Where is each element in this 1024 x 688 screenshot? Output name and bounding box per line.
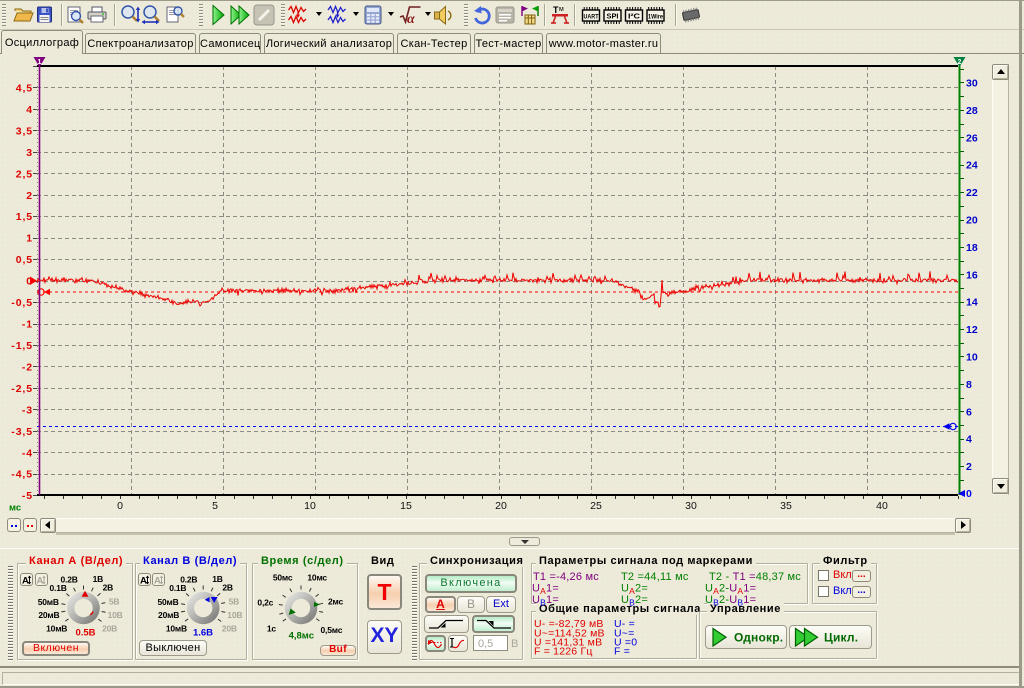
svg-text:F = 1226 Гц: F = 1226 Гц xyxy=(534,646,593,658)
svg-text:26: 26 xyxy=(966,132,978,144)
svg-text:20: 20 xyxy=(495,500,507,512)
svg-text:1Wire: 1Wire xyxy=(648,15,664,21)
svg-text:-4: -4 xyxy=(22,447,33,459)
svg-text:A: A xyxy=(37,576,44,587)
svg-text:-5: -5 xyxy=(22,490,33,502)
svg-text:2: 2 xyxy=(966,461,972,473)
svg-text:50мс: 50мс xyxy=(273,573,293,583)
svg-text:-4,5: -4,5 xyxy=(11,469,33,481)
svg-text:-3,5: -3,5 xyxy=(11,426,33,438)
svg-text:0: 0 xyxy=(966,488,972,500)
svg-text:2В: 2В xyxy=(222,583,233,593)
svg-text:Т2 - Т1 =48,37 мс: Т2 - Т1 =48,37 мс xyxy=(709,571,801,583)
svg-text:22: 22 xyxy=(966,187,978,199)
svg-text:I²C: I²C xyxy=(628,14,640,21)
svg-text:2мс: 2мс xyxy=(328,597,344,607)
svg-text:50мВ: 50мВ xyxy=(38,597,59,607)
svg-text:35: 35 xyxy=(780,500,792,512)
svg-text:2В: 2В xyxy=(103,583,114,593)
svg-text:30: 30 xyxy=(966,78,978,90)
svg-text:14: 14 xyxy=(966,297,978,309)
svg-text:18: 18 xyxy=(966,242,978,254)
svg-text:0: 0 xyxy=(117,500,123,512)
svg-text:10В: 10В xyxy=(108,610,123,620)
svg-text:-0,5: -0,5 xyxy=(11,297,33,309)
svg-text:мс: мс xyxy=(9,503,21,514)
svg-text:30: 30 xyxy=(685,500,697,512)
svg-text:м: м xyxy=(559,6,564,13)
svg-text:UВ1=: UВ1= xyxy=(532,594,559,608)
svg-text:4,5: 4,5 xyxy=(16,83,33,95)
svg-text:-1,5: -1,5 xyxy=(11,340,33,352)
svg-text:5В: 5В xyxy=(229,597,240,607)
svg-text:3: 3 xyxy=(26,147,33,159)
svg-text:10мВ: 10мВ xyxy=(166,624,187,634)
svg-text:8: 8 xyxy=(966,379,972,391)
svg-text:40: 40 xyxy=(876,500,888,512)
svg-text:16: 16 xyxy=(966,269,978,281)
svg-text:2: 2 xyxy=(958,59,962,66)
svg-text:4: 4 xyxy=(26,104,33,116)
svg-text:1: 1 xyxy=(26,233,33,245)
svg-text:12: 12 xyxy=(966,324,978,336)
svg-text:1.6В: 1.6В xyxy=(193,628,213,639)
svg-text:15: 15 xyxy=(400,500,412,512)
svg-text:Т1 =-4,26 мс: Т1 =-4,26 мс xyxy=(533,571,599,583)
svg-text:1,5: 1,5 xyxy=(16,211,33,223)
svg-text:Цикл.: Цикл. xyxy=(824,631,858,645)
svg-text:3,5: 3,5 xyxy=(16,125,33,137)
svg-text:20В: 20В xyxy=(102,623,117,633)
svg-text:Однокр.: Однокр. xyxy=(734,631,783,645)
svg-text:5: 5 xyxy=(212,500,218,512)
svg-text:20мВ: 20мВ xyxy=(158,610,179,620)
svg-text:10: 10 xyxy=(304,500,316,512)
svg-text:0,5: 0,5 xyxy=(16,254,33,266)
svg-text:-3: -3 xyxy=(22,404,33,416)
svg-text:-2: -2 xyxy=(22,361,33,373)
svg-text:20мВ: 20мВ xyxy=(38,610,59,620)
svg-text:10мВ: 10мВ xyxy=(46,624,67,634)
svg-text:0,2с: 0,2с xyxy=(257,597,273,607)
svg-text:10В: 10В xyxy=(227,610,242,620)
svg-text:1В: 1В xyxy=(212,574,223,584)
svg-text:4,8мс: 4,8мс xyxy=(289,631,314,642)
svg-text:20В: 20В xyxy=(222,623,237,633)
svg-text:-1: -1 xyxy=(22,319,33,331)
svg-text:-2,5: -2,5 xyxy=(11,383,33,395)
svg-text:0.1В: 0.1В xyxy=(169,583,186,593)
svg-text:F =: F = xyxy=(614,646,630,658)
svg-text:6: 6 xyxy=(966,406,972,418)
svg-text:10: 10 xyxy=(966,352,978,364)
svg-text:5В: 5В xyxy=(109,597,120,607)
svg-text:28: 28 xyxy=(966,105,978,117)
svg-text:0.5В: 0.5В xyxy=(75,628,95,639)
svg-text:50мВ: 50мВ xyxy=(157,597,178,607)
svg-text:25: 25 xyxy=(590,500,602,512)
svg-text:A: A xyxy=(154,576,161,587)
svg-text:20: 20 xyxy=(966,215,978,227)
svg-text:UВ2=: UВ2= xyxy=(621,594,648,608)
svg-text:2: 2 xyxy=(26,190,33,202)
svg-text:A: A xyxy=(22,576,29,587)
svg-text:UВ2-UВ1=: UВ2-UВ1= xyxy=(705,594,756,608)
svg-text:2,5: 2,5 xyxy=(16,168,33,180)
svg-text:10мс: 10мс xyxy=(307,573,327,583)
svg-text:1с: 1с xyxy=(267,623,277,633)
svg-text:0.1В: 0.1В xyxy=(50,583,67,593)
svg-text:UART: UART xyxy=(584,14,599,21)
svg-text:α: α xyxy=(407,12,415,27)
svg-text:24: 24 xyxy=(966,160,978,172)
svg-text:1В: 1В xyxy=(93,574,104,584)
svg-text:4: 4 xyxy=(966,434,972,446)
svg-text:SPI: SPI xyxy=(607,14,619,21)
svg-text:0,5мс: 0,5мс xyxy=(321,625,343,635)
svg-text:1: 1 xyxy=(38,59,42,66)
svg-text:A: A xyxy=(140,576,147,587)
svg-text:Т2 =44,11 мс: Т2 =44,11 мс xyxy=(621,571,689,583)
